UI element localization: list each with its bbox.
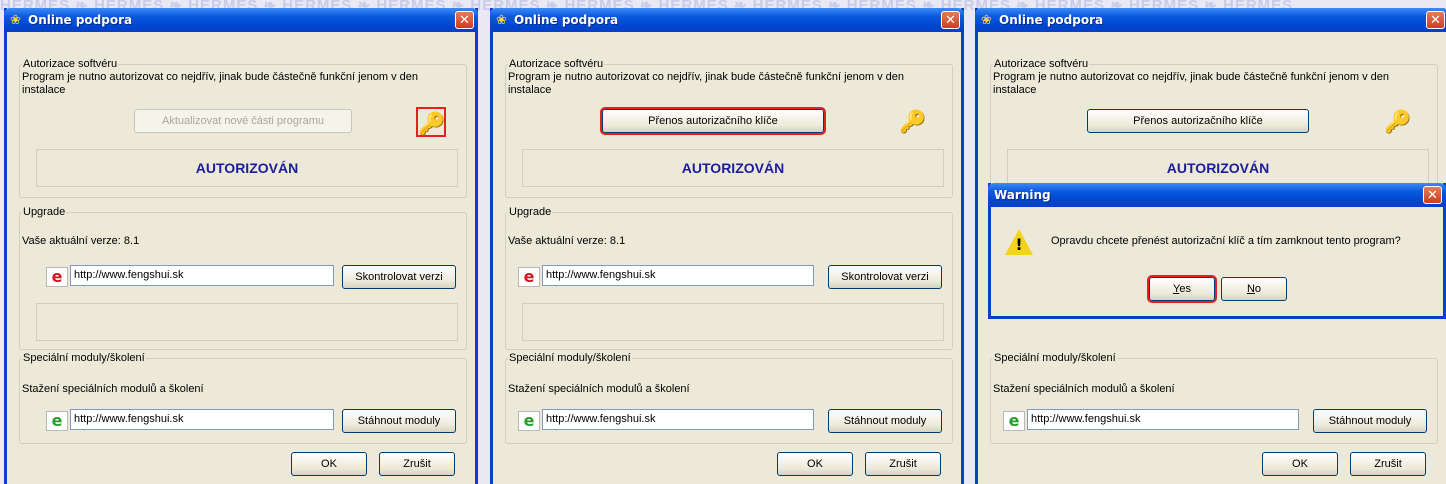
upgrade-url-field[interactable]: http://www.fengshui.sk <box>542 265 814 286</box>
ie-icon: e <box>518 267 540 287</box>
exclamation-icon: ! <box>1015 235 1023 254</box>
title-bar[interactable]: ❀ Online podpora ✕ <box>975 8 1446 32</box>
keys-icon[interactable]: 🔑 <box>416 107 446 137</box>
modules-description: Stažení speciálních modulů a školení <box>993 383 1175 395</box>
current-version: Vaše aktuální verze: 8.1 <box>508 235 626 247</box>
auth-description: Program je nutno autorizovat co nejdřív,… <box>22 71 419 96</box>
auth-group-legend: Autorizace softvéru <box>508 58 605 70</box>
upgrade-group: Upgrade Vaše aktuální verze: 8.1 e http:… <box>505 206 953 350</box>
modules-group: Speciální moduly/školení Stažení speciál… <box>19 352 467 444</box>
current-version: Vaše aktuální verze: 8.1 <box>22 235 140 247</box>
close-button[interactable]: ✕ <box>941 11 960 29</box>
online-support-window-2: ❀ Online podpora ✕ Autorizace softvéru P… <box>490 8 964 484</box>
close-button[interactable]: ✕ <box>455 11 474 29</box>
title-bar[interactable]: ❀ Online podpora ✕ <box>4 8 478 32</box>
app-icon: ❀ <box>981 12 992 27</box>
window-title: Online podpora <box>999 13 1104 27</box>
update-parts-button[interactable]: Aktualizovat nové části programu <box>134 109 352 133</box>
warning-title-bar[interactable]: Warning ✕ <box>988 183 1446 207</box>
modules-group-legend: Speciální moduly/školení <box>508 352 632 364</box>
upgrade-group-legend: Upgrade <box>22 206 67 218</box>
auth-status: AUTORIZOVÁN <box>522 149 944 187</box>
modules-group: Speciální moduly/školení Stažení speciál… <box>990 352 1438 444</box>
cancel-button[interactable]: Zrušit <box>379 452 455 476</box>
online-support-window-1: ❀ Online podpora ✕ Autorizace softvéru P… <box>4 8 478 484</box>
upgrade-group-legend: Upgrade <box>508 206 553 218</box>
transfer-auth-key-button[interactable]: Přenos autorizačního klíče <box>600 107 826 135</box>
cancel-button[interactable]: Zrušit <box>1350 452 1426 476</box>
no-label-rest: o <box>1254 283 1262 295</box>
download-modules-button[interactable]: Stáhnout moduly <box>828 409 942 433</box>
modules-url-field[interactable]: http://www.fengshui.sk <box>542 409 814 430</box>
warning-close-button[interactable]: ✕ <box>1423 186 1442 204</box>
ie-icon: e <box>518 411 540 431</box>
modules-url-field[interactable]: http://www.fengshui.sk <box>70 409 334 430</box>
download-modules-button[interactable]: Stáhnout moduly <box>1313 409 1427 433</box>
yes-button[interactable]: Yes <box>1147 275 1217 303</box>
modules-group-legend: Speciální moduly/školení <box>993 352 1117 364</box>
title-bar[interactable]: ❀ Online podpora ✕ <box>490 8 964 32</box>
no-button[interactable]: No <box>1221 277 1287 301</box>
close-button[interactable]: ✕ <box>1426 11 1445 29</box>
download-modules-button[interactable]: Stáhnout moduly <box>342 409 456 433</box>
no-mnemonic: N <box>1246 283 1255 295</box>
ie-icon: e <box>46 267 68 287</box>
auth-description: Program je nutno autorizovat co nejdřív,… <box>993 71 1390 96</box>
upgrade-info-box <box>36 303 458 341</box>
auth-description: Program je nutno autorizovat co nejdřív,… <box>508 71 905 96</box>
auth-group-legend: Autorizace softvéru <box>22 58 119 70</box>
window-title: Online podpora <box>514 13 619 27</box>
auth-group: Autorizace softvéru Program je nutno aut… <box>505 58 953 198</box>
app-icon: ❀ <box>496 12 507 27</box>
warning-title: Warning <box>994 188 1051 202</box>
keys-icon[interactable]: 🔑 <box>898 107 928 137</box>
app-icon: ❀ <box>10 12 21 27</box>
keys-icon[interactable]: 🔑 <box>1383 107 1413 137</box>
auth-status: AUTORIZOVÁN <box>36 149 458 187</box>
transfer-auth-key-button[interactable]: Přenos autorizačního klíče <box>1087 109 1309 133</box>
modules-url-field[interactable]: http://www.fengshui.sk <box>1027 409 1299 430</box>
modules-description: Stažení speciálních modulů a školení <box>22 383 204 395</box>
upgrade-url-field[interactable]: http://www.fengshui.sk <box>70 265 334 286</box>
ok-button[interactable]: OK <box>777 452 853 476</box>
cancel-button[interactable]: Zrušit <box>865 452 941 476</box>
auth-group: Autorizace softvéru Program je nutno aut… <box>19 58 467 198</box>
modules-group: Speciální moduly/školení Stažení speciál… <box>505 352 953 444</box>
ok-button[interactable]: OK <box>291 452 367 476</box>
upgrade-info-box <box>522 303 944 341</box>
auth-group: Autorizace softvéru Program je nutno aut… <box>990 58 1438 198</box>
modules-description: Stažení speciálních modulů a školení <box>508 383 690 395</box>
auth-group-legend: Autorizace softvéru <box>993 58 1090 70</box>
auth-status: AUTORIZOVÁN <box>1007 149 1429 187</box>
warning-message: Opravdu chcete přenést autorizační klíč … <box>1051 235 1401 247</box>
yes-label-rest: es <box>1179 283 1191 295</box>
ok-button[interactable]: OK <box>1262 452 1338 476</box>
upgrade-group: Upgrade Vaše aktuální verze: 8.1 e http:… <box>19 206 467 350</box>
warning-dialog: Warning ✕ ! Opravdu chcete přenést autor… <box>988 183 1446 319</box>
ie-icon: e <box>1003 411 1025 431</box>
check-version-button[interactable]: Skontrolovat verzi <box>828 265 942 289</box>
window-title: Online podpora <box>28 13 133 27</box>
check-version-button[interactable]: Skontrolovat verzi <box>342 265 456 289</box>
modules-group-legend: Speciální moduly/školení <box>22 352 146 364</box>
ie-icon: e <box>46 411 68 431</box>
